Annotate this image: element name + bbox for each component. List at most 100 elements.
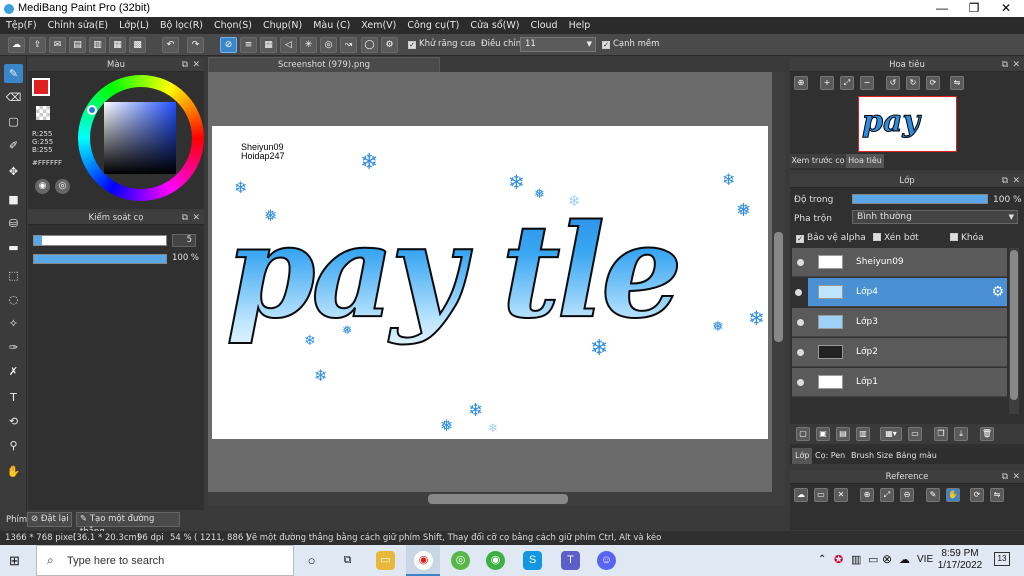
volume-muted-icon[interactable]: ⊗ <box>882 552 892 566</box>
menu-cloud[interactable]: Cloud <box>524 17 562 31</box>
menu-view[interactable]: Xem(V) <box>355 17 401 31</box>
zoom-plus-icon[interactable]: + <box>820 76 834 90</box>
hand-icon[interactable]: ✋ <box>946 488 960 502</box>
rotate-right-icon[interactable]: ↻ <box>906 76 920 90</box>
eyedropper-icon[interactable]: ✎ <box>926 488 940 502</box>
pop-out-icon[interactable]: ⧉ <box>182 211 188 225</box>
zoom-out-icon[interactable]: ⊖ <box>900 488 914 502</box>
teams-icon[interactable]: T <box>561 551 580 570</box>
snap-radial-icon[interactable]: ✳ <box>300 37 317 53</box>
eyedropper-icon[interactable]: ⚲ <box>4 436 23 455</box>
tray-cloud-icon[interactable]: ☁ <box>899 553 910 566</box>
flip-icon[interactable]: ⇋ <box>990 488 1004 502</box>
saturation-square[interactable] <box>104 102 176 174</box>
navigator-thumbnail[interactable]: pay tle <box>858 96 957 152</box>
text-tool-icon[interactable]: T <box>4 388 23 407</box>
eraser-tool-icon[interactable]: ⌫ <box>4 88 23 107</box>
rotate-icon[interactable]: ⟳ <box>970 488 984 502</box>
close-icon[interactable]: ✕ <box>192 58 200 72</box>
magic-wand-icon[interactable]: ✧ <box>4 314 23 333</box>
vertical-scrollbar[interactable] <box>772 72 785 492</box>
palette-icon[interactable]: ◉ <box>35 179 50 194</box>
select-eraser-icon[interactable]: ✗ <box>4 362 23 381</box>
folder-icon[interactable]: ▭ <box>908 427 922 441</box>
snap-circle-icon[interactable]: ◎ <box>320 37 337 53</box>
notification-icon[interactable]: 13 <box>994 552 1010 566</box>
layer-opacity-slider[interactable] <box>852 194 988 204</box>
hand-tool-icon[interactable]: ✋ <box>4 462 23 481</box>
menu-edit[interactable]: Chỉnh sửa(E) <box>42 17 114 31</box>
task-view-icon[interactable]: ⧉ <box>338 551 357 570</box>
chrome-icon[interactable]: ◉ <box>486 551 505 570</box>
close-icon[interactable]: ✕ <box>1012 470 1020 484</box>
tab-brush[interactable]: Cọ: Pen <box>815 448 845 464</box>
hue-handle[interactable] <box>87 105 97 115</box>
palette-settings-icon[interactable]: ◎ <box>55 179 70 194</box>
bucket-tool-icon[interactable]: ⛁ <box>4 214 23 233</box>
menu-tools[interactable]: Công cụ(T) <box>401 17 464 31</box>
new-1bit-icon[interactable]: ▥ <box>856 427 870 441</box>
snap-curve-icon[interactable]: ↝ <box>340 37 357 53</box>
brush-size-slider[interactable] <box>33 235 167 246</box>
blend-mode-select[interactable]: Bình thường ▼ <box>852 210 1018 224</box>
close-icon[interactable]: ✕ <box>192 211 200 225</box>
maximize-button[interactable]: ❐ <box>958 0 990 17</box>
visibility-icon[interactable] <box>797 379 804 386</box>
flip-icon[interactable]: ⇋ <box>950 76 964 90</box>
fit-icon[interactable]: ⤢ <box>880 488 894 502</box>
protect-alpha-checkbox[interactable]: ✓ Bảo vệ alpha <box>796 233 866 243</box>
menu-snap[interactable]: Chụp(N) <box>257 17 307 31</box>
undo-icon[interactable]: ↶ <box>162 37 179 53</box>
lock-checkbox[interactable]: Khóa <box>950 233 984 243</box>
new-halftone-icon[interactable]: ▣ <box>816 427 830 441</box>
layer-row[interactable]: Lớp3 <box>792 308 1007 337</box>
settings-doc-icon[interactable]: ▦ <box>109 37 126 53</box>
snap-ellipse-icon[interactable]: ◯ <box>361 37 378 53</box>
divide-tool-icon[interactable]: ⟲ <box>4 412 23 431</box>
close-ref-icon[interactable]: ✕ <box>834 488 848 502</box>
gear-icon[interactable]: ⚙ <box>991 284 1004 300</box>
pop-out-icon[interactable]: ⧉ <box>1002 470 1008 484</box>
brush-size-value[interactable]: 5 <box>172 234 196 247</box>
tab-navigator[interactable]: Hoa tiêu <box>846 154 884 168</box>
layer-row[interactable]: Lớp1 <box>792 368 1007 397</box>
cloud-icon[interactable]: ☁ <box>8 37 25 53</box>
foreground-swatch[interactable] <box>32 78 50 96</box>
app-icon[interactable]: ◎ <box>451 551 470 570</box>
battery-icon[interactable]: ▭ <box>868 553 878 566</box>
menu-filter[interactable]: Bộ lọc(R) <box>154 17 208 31</box>
gradient-tool-icon[interactable]: ▬ <box>4 238 23 257</box>
layers-scrollbar[interactable] <box>1009 248 1019 414</box>
menu-file[interactable]: Tệp(F) <box>0 17 42 31</box>
lasso-icon[interactable]: ◌ <box>4 290 23 309</box>
pop-out-icon[interactable]: ⧉ <box>182 58 188 72</box>
snap-settings-icon[interactable]: ⚙ <box>381 37 398 53</box>
pop-out-icon[interactable]: ⧉ <box>1002 58 1008 72</box>
comment-icon[interactable]: ✉ <box>49 37 66 53</box>
pop-out-icon[interactable]: ⧉ <box>1002 174 1008 188</box>
select-pen-icon[interactable]: ✑ <box>4 338 23 357</box>
zoom-out-icon[interactable]: − <box>860 76 874 90</box>
network-icon[interactable]: ▥ <box>851 553 861 566</box>
vertical-scroll-thumb[interactable] <box>774 232 783 342</box>
visibility-icon[interactable] <box>797 319 804 326</box>
close-icon[interactable]: ✕ <box>1012 174 1020 188</box>
document-tab[interactable]: Screenshot (979).png <box>208 57 440 72</box>
discord-icon[interactable]: ☺ <box>597 551 616 570</box>
medibang-taskbar-item[interactable]: ◉ <box>406 545 440 576</box>
brush-tool-icon[interactable]: ✎ <box>4 64 23 83</box>
layer-row[interactable]: Sheiyun09 <box>792 248 1007 277</box>
zoom-in-icon[interactable]: ⊕ <box>794 76 808 90</box>
file-explorer-icon[interactable]: ▭ <box>376 551 395 570</box>
clock[interactable]: 8:59 PM 1/17/2022 <box>936 548 984 572</box>
correction-select[interactable]: 11 ▼ <box>520 37 596 52</box>
document-icon[interactable]: ▥ <box>89 37 106 53</box>
tray-chevron-icon[interactable]: ⌃ <box>818 554 826 565</box>
reset-button[interactable]: ⊘ Đặt lại <box>27 512 72 527</box>
background-swatch[interactable] <box>36 106 50 120</box>
snap-grid-icon[interactable]: ▦ <box>260 37 277 53</box>
snap-perspective-icon[interactable]: ◁ <box>280 37 297 53</box>
cortana-icon[interactable]: ○ <box>302 551 321 570</box>
rotate-left-icon[interactable]: ↺ <box>886 76 900 90</box>
trash-icon[interactable]: 🗑 <box>980 427 994 441</box>
